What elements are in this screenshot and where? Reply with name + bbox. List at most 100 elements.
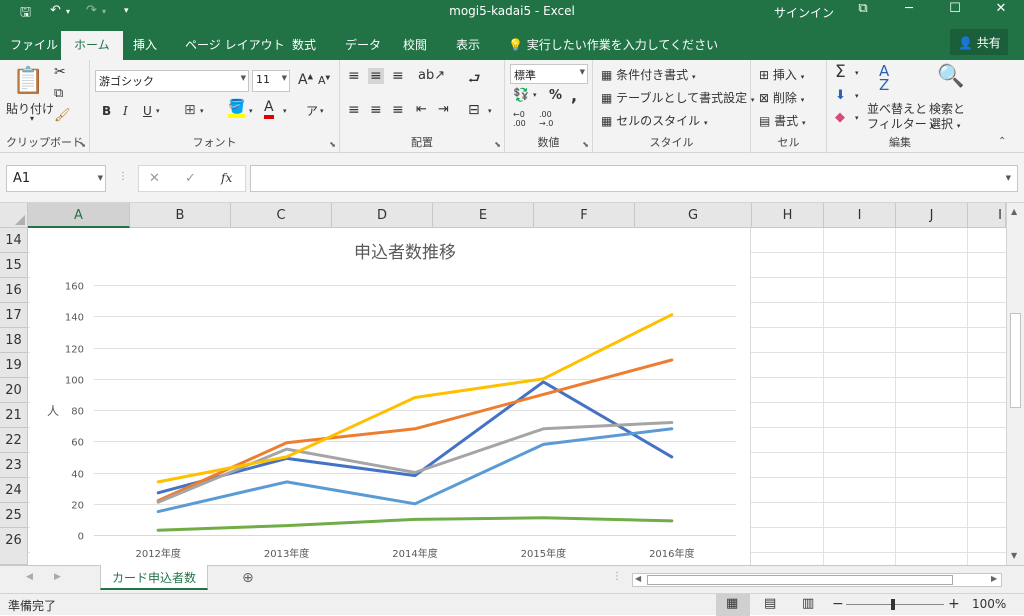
font-size-select[interactable]: 11 ▼: [252, 70, 290, 92]
currency-dropdown-icon[interactable]: ▾: [533, 91, 537, 99]
formula-input[interactable]: ▼: [250, 165, 1018, 192]
column-header-d[interactable]: D: [332, 203, 433, 228]
format-painter-icon[interactable]: 🖌: [54, 108, 71, 123]
scroll-right-icon[interactable]: ▶: [991, 574, 997, 583]
select-all-button[interactable]: [0, 203, 28, 228]
tab-split-handle-icon[interactable]: ⋮: [612, 571, 622, 582]
format-as-table-button[interactable]: ▦ テーブルとして書式設定 ▾: [601, 89, 754, 106]
row-header-26[interactable]: 26: [0, 528, 28, 565]
row-header-20[interactable]: 20: [0, 378, 28, 403]
share-button[interactable]: 👤 共有: [950, 29, 1008, 55]
cell-styles-button[interactable]: ▦ セルのスタイル ▾: [601, 112, 708, 129]
row-header-17[interactable]: 17: [0, 303, 28, 328]
column-header-c[interactable]: C: [231, 203, 332, 228]
font-color-button[interactable]: A: [264, 100, 274, 119]
number-launcher-icon[interactable]: ⬊: [582, 140, 589, 149]
redo-dropdown-icon[interactable]: ▾: [102, 7, 106, 16]
phonetic-dropdown-icon[interactable]: ▾: [320, 107, 324, 115]
tab-file[interactable]: ファイル: [10, 36, 58, 53]
fill-color-dropdown-icon[interactable]: ▾: [249, 107, 253, 115]
column-header-f[interactable]: F: [534, 203, 635, 228]
font-color-dropdown-icon[interactable]: ▾: [283, 107, 287, 115]
scroll-up-icon[interactable]: ▲: [1011, 207, 1017, 216]
increase-decimal-icon[interactable]: ←0.00: [513, 110, 526, 128]
prev-sheet-icon[interactable]: ◀: [26, 572, 33, 582]
ribbon-display-options-icon[interactable]: ⧉: [848, 1, 878, 16]
tab-formulas[interactable]: 数式: [292, 36, 316, 53]
alignment-launcher-icon[interactable]: ⬊: [494, 140, 501, 149]
cancel-icon[interactable]: ✕: [149, 171, 160, 186]
comma-button[interactable]: ,: [571, 86, 577, 105]
column-header-g[interactable]: G: [635, 203, 752, 228]
clear-dropdown-icon[interactable]: ▾: [855, 114, 859, 122]
collapse-ribbon-icon[interactable]: ⌃: [998, 136, 1006, 147]
normal-view-button[interactable]: ▦: [716, 594, 750, 616]
expand-formula-bar-icon[interactable]: ▼: [1006, 174, 1011, 182]
merge-center-icon[interactable]: ⊟: [468, 102, 480, 118]
cut-icon[interactable]: ✂: [54, 64, 66, 80]
fill-icon[interactable]: ⬇: [835, 88, 846, 103]
maximize-button[interactable]: ☐: [940, 1, 970, 16]
tell-me-box[interactable]: 💡 実行したい作業を入力してください: [508, 36, 718, 53]
row-header-24[interactable]: 24: [0, 478, 28, 503]
percent-button[interactable]: %: [549, 88, 562, 103]
shrink-font-button[interactable]: A▼: [318, 74, 330, 87]
row-header-19[interactable]: 19: [0, 353, 28, 378]
search-icon[interactable]: 🔍: [937, 64, 964, 89]
row-header-25[interactable]: 25: [0, 503, 28, 528]
insert-function-icon[interactable]: fx: [221, 171, 232, 185]
column-header-b[interactable]: B: [130, 203, 231, 228]
autosum-dropdown-icon[interactable]: ▾: [855, 69, 859, 77]
vertical-scrollbar[interactable]: ▲ ▼: [1006, 203, 1024, 565]
italic-button[interactable]: I: [123, 104, 128, 118]
delete-cells-button[interactable]: ⊠ 削除 ▾: [759, 89, 804, 106]
column-header-a[interactable]: A: [28, 203, 130, 228]
paste-icon[interactable]: 📋: [12, 66, 44, 96]
bold-button[interactable]: B: [102, 104, 111, 118]
redo-icon[interactable]: ↷: [86, 3, 97, 18]
new-sheet-icon[interactable]: ⊕: [242, 570, 254, 586]
column-header-h[interactable]: H: [752, 203, 824, 228]
fill-color-icon[interactable]: 🪣: [228, 100, 246, 118]
row-header-23[interactable]: 23: [0, 453, 28, 478]
font-launcher-icon[interactable]: ⬊: [329, 140, 336, 149]
sheet-tab-card-applicants[interactable]: カード申込者数: [100, 565, 208, 590]
font-name-select[interactable]: 游ゴシック ▼: [95, 70, 249, 92]
align-right-icon[interactable]: ≡: [392, 102, 404, 118]
zoom-slider-thumb[interactable]: [891, 599, 895, 610]
row-header-22[interactable]: 22: [0, 428, 28, 453]
wrap-text-icon[interactable]: ⮐: [468, 68, 481, 92]
currency-icon[interactable]: 💱: [513, 88, 529, 103]
close-button[interactable]: ✕: [986, 1, 1016, 16]
row-header-18[interactable]: 18: [0, 328, 28, 353]
tab-view[interactable]: 表示: [456, 36, 480, 53]
find-select-button-2[interactable]: 選択 ▾: [929, 115, 960, 132]
align-left-icon[interactable]: ≡: [348, 102, 360, 118]
column-header-i[interactable]: I: [824, 203, 896, 228]
sort-filter-icon[interactable]: AZ: [879, 64, 889, 93]
horizontal-scrollbar[interactable]: ◀ ▶: [632, 573, 1002, 587]
underline-button[interactable]: U: [143, 104, 152, 118]
name-box[interactable]: A1 ▼: [6, 165, 106, 192]
undo-dropdown-icon[interactable]: ▾: [66, 7, 70, 16]
sort-filter-button-2[interactable]: フィルター ▾: [867, 115, 934, 132]
column-header-k[interactable]: I: [968, 203, 1006, 228]
vertical-scroll-thumb[interactable]: [1010, 313, 1021, 408]
format-cells-button[interactable]: ▤ 書式 ▾: [759, 112, 806, 129]
clear-icon[interactable]: ◆: [835, 110, 845, 125]
tab-page-layout[interactable]: ページ レイアウト: [185, 36, 285, 53]
enter-icon[interactable]: ✓: [185, 171, 196, 186]
tab-insert[interactable]: 挿入: [133, 36, 157, 53]
align-center-icon[interactable]: ≡: [370, 102, 382, 118]
zoom-in-button[interactable]: +: [948, 596, 960, 612]
decrease-decimal-icon[interactable]: .00 →.0: [539, 110, 553, 128]
page-layout-view-icon[interactable]: ▤: [764, 596, 776, 611]
copy-icon[interactable]: ⧉: [54, 86, 63, 101]
minimize-button[interactable]: ─: [894, 1, 924, 16]
merge-dropdown-icon[interactable]: ▾: [488, 107, 492, 115]
signin-link[interactable]: サインイン: [774, 4, 834, 21]
row-header-21[interactable]: 21: [0, 403, 28, 428]
increase-indent-icon[interactable]: ⇥: [438, 102, 449, 117]
orientation-icon[interactable]: ab↗: [418, 68, 445, 83]
borders-icon[interactable]: ⊞: [184, 102, 196, 118]
